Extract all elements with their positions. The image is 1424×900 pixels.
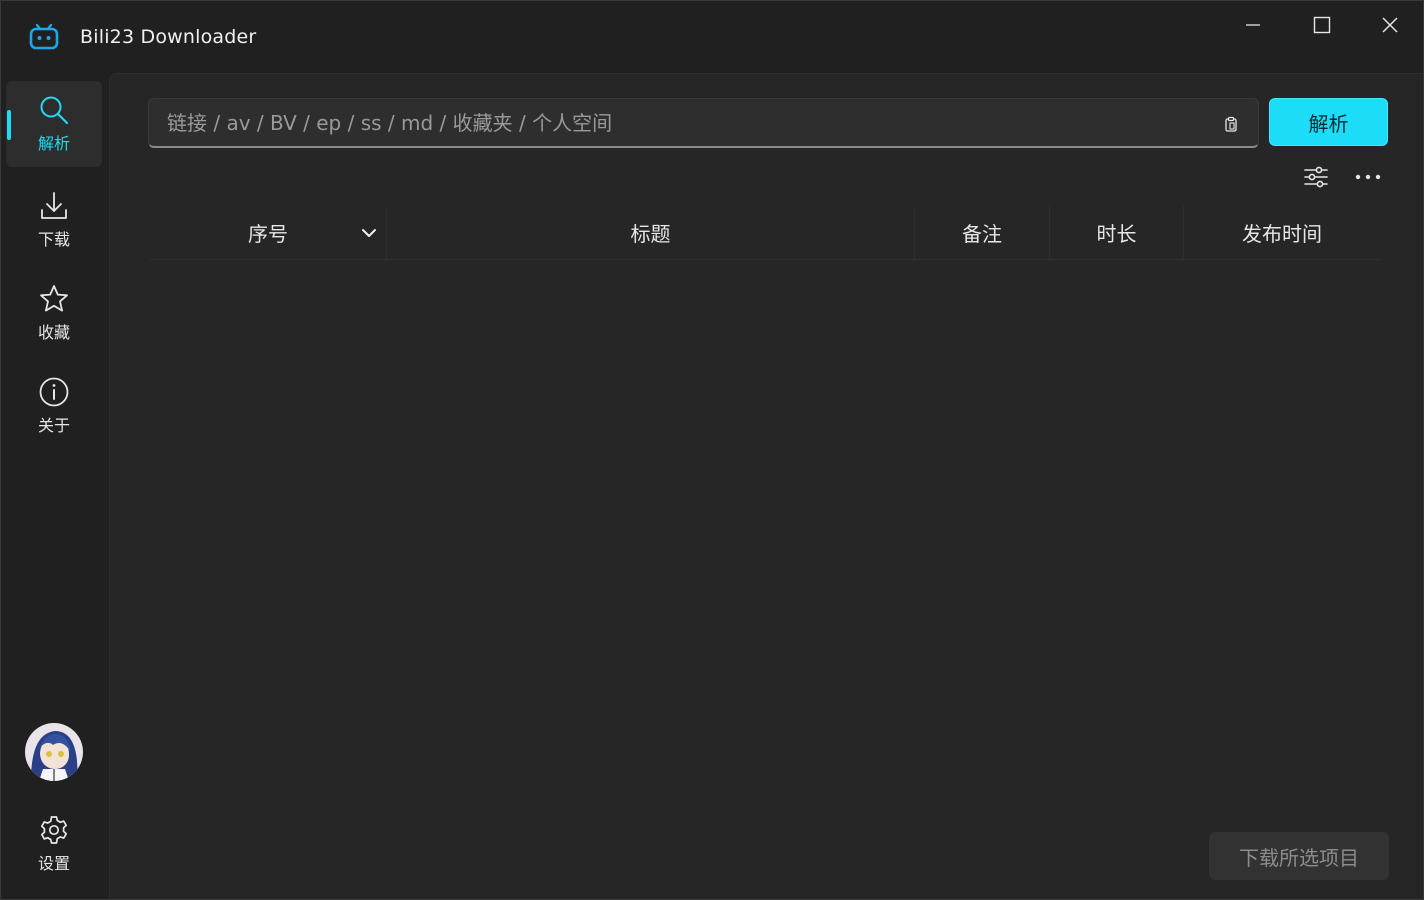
download-selected-button[interactable]: 下载所选项目 xyxy=(1209,832,1389,880)
close-icon xyxy=(1382,17,1398,33)
maximize-icon xyxy=(1313,16,1331,34)
active-indicator xyxy=(7,110,11,140)
sidebar-item-download[interactable]: 下载 xyxy=(6,177,102,263)
close-button[interactable] xyxy=(1356,1,1424,49)
filter-settings-button[interactable] xyxy=(1298,162,1334,192)
column-label: 标题 xyxy=(630,222,671,246)
sidebar-item-parse[interactable]: 解析 xyxy=(6,81,102,167)
parse-button[interactable]: 解析 xyxy=(1269,98,1388,146)
sidebar: 解析 下载 收藏 关于 设置 xyxy=(1,73,109,899)
sidebar-item-label: 下载 xyxy=(37,230,70,249)
main-panel: 解析 序号 xyxy=(109,73,1423,899)
column-label: 序号 xyxy=(248,222,288,246)
settings-label: 设置 xyxy=(37,854,70,873)
sidebar-item-label: 收藏 xyxy=(37,323,70,342)
column-header-index[interactable]: 序号 xyxy=(150,206,386,259)
column-label: 备注 xyxy=(962,222,1002,246)
column-header-note[interactable]: 备注 xyxy=(915,206,1049,259)
more-options-button[interactable] xyxy=(1350,162,1386,192)
avatar-image xyxy=(25,723,83,781)
sidebar-item-about[interactable]: 关于 xyxy=(6,363,102,449)
info-icon xyxy=(39,377,69,407)
sliders-icon xyxy=(1304,166,1328,188)
user-avatar[interactable] xyxy=(25,723,83,781)
minimize-icon xyxy=(1246,24,1260,26)
sidebar-item-settings[interactable]: 设置 xyxy=(6,801,102,887)
search-icon xyxy=(40,96,69,125)
gear-icon xyxy=(40,816,68,844)
column-header-duration[interactable]: 时长 xyxy=(1050,206,1183,259)
chevron-down-icon[interactable] xyxy=(358,223,380,243)
episode-table-header: 序号 标题 备注 时长 发布时间 xyxy=(150,206,1380,260)
app-title: Bili23 Downloader xyxy=(80,26,257,48)
star-icon xyxy=(40,285,68,312)
title-bar[interactable]: Bili23 Downloader xyxy=(1,1,1423,73)
more-icon xyxy=(1355,174,1381,180)
bilibili-tv-icon xyxy=(29,23,59,50)
sidebar-item-label: 关于 xyxy=(37,416,70,435)
download-icon xyxy=(41,192,67,219)
search-input[interactable] xyxy=(149,99,1209,147)
sidebar-item-label: 解析 xyxy=(37,134,70,153)
column-label: 发布时间 xyxy=(1242,222,1322,246)
paste-button[interactable] xyxy=(1219,112,1243,136)
column-label: 时长 xyxy=(1096,222,1137,246)
maximize-button[interactable] xyxy=(1288,1,1356,49)
clipboard-paste-icon xyxy=(1225,116,1237,132)
minimize-button[interactable] xyxy=(1219,1,1287,49)
column-header-title[interactable]: 标题 xyxy=(387,206,914,259)
search-box xyxy=(148,98,1259,148)
column-header-publish-date[interactable]: 发布时间 xyxy=(1184,206,1380,259)
sidebar-item-favorites[interactable]: 收藏 xyxy=(6,270,102,356)
app-window: Bili23 Downloader 解析 下载 收藏 关于 设置 链接 / av… xyxy=(0,0,1424,900)
